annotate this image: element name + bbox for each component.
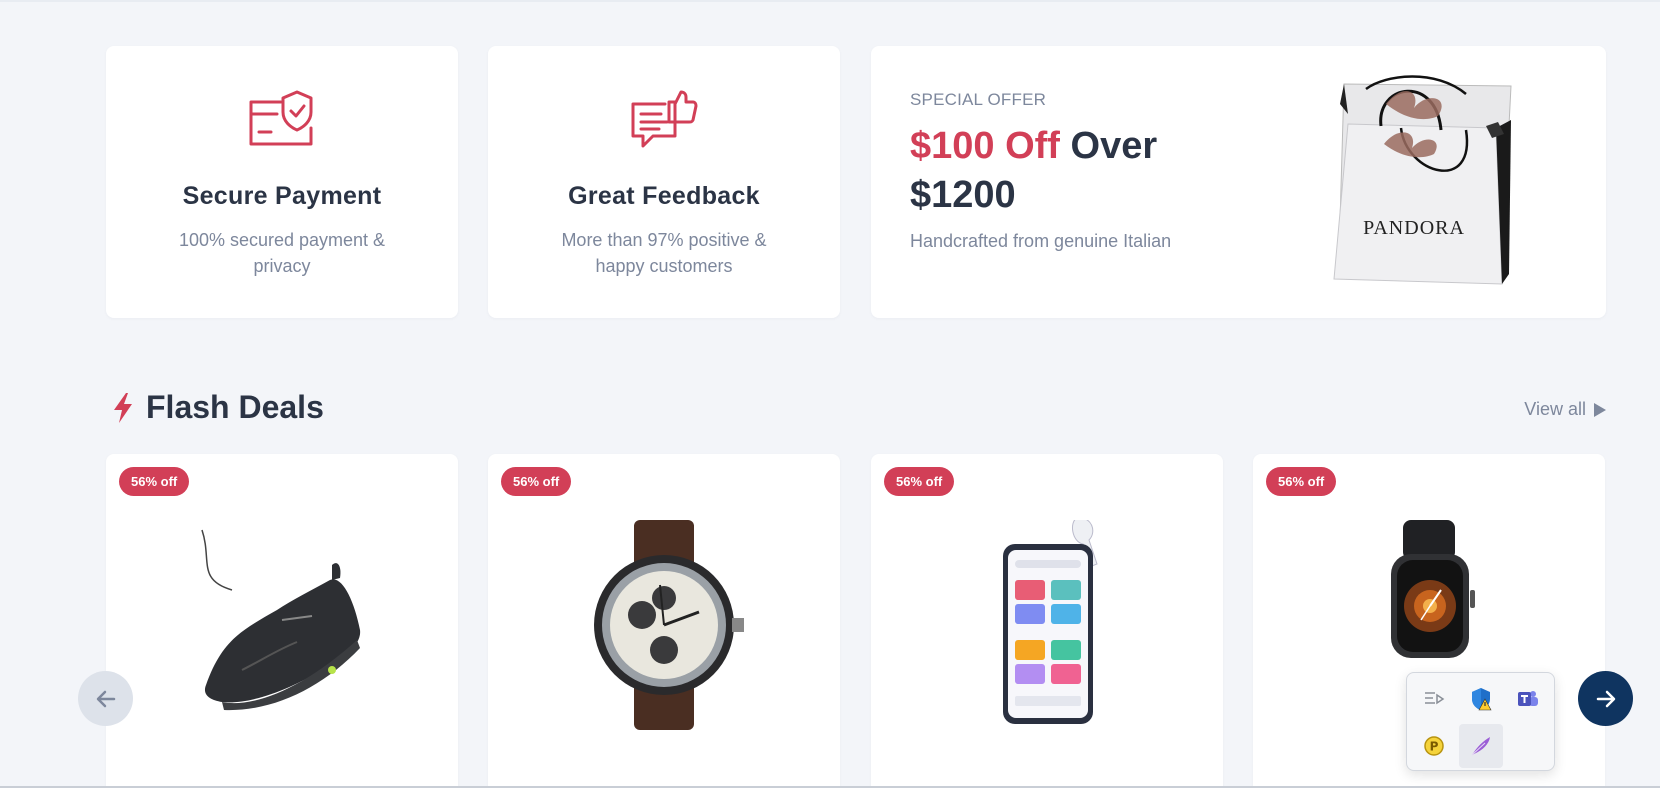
product-card[interactable]: 56% off [106,454,458,788]
carousel-next-button[interactable] [1578,671,1633,726]
offer-headline: $100 Off Over $1200 [910,122,1210,220]
bag-brand-text: PANDORA [1363,217,1465,239]
discount-badge: 56% off [119,467,190,496]
shopping-bag-image: PANDORA [1333,75,1512,285]
arrow-right-icon [1596,690,1615,707]
svg-text:P: P [1430,740,1439,754]
feature-card-secure-payment: Secure Payment 100% secured payment & pr… [106,46,458,318]
secure-payment-icon [249,90,313,146]
p-coin-icon[interactable]: P [1412,724,1456,768]
arrow-left-icon [96,690,115,707]
arrow-right-icon [1594,402,1606,417]
lightning-icon [114,393,132,423]
watch-image [594,520,744,730]
feature-title: Great Feedback [568,182,760,210]
discount-badge: 56% off [501,467,572,496]
top-divider [0,0,1660,2]
flash-deals-header: Flash Deals View all [106,385,1606,431]
system-tray-queue-icon[interactable] [1412,677,1456,721]
feature-description: More than 97% positive & happy customers [561,230,767,276]
discount-badge: 56% off [884,467,955,496]
teams-icon[interactable] [1506,677,1550,721]
offer-subtitle: Handcrafted from genuine Italian [910,231,1172,251]
view-all-link[interactable]: View all [1524,399,1606,420]
view-all-label: View all [1524,399,1586,419]
phone-image [1003,520,1098,724]
section-title: Flash Deals [146,389,324,425]
sneaker-image [201,529,361,711]
carousel-prev-button[interactable] [78,671,133,726]
defender-warning-icon[interactable] [1459,677,1503,721]
feature-title: Secure Payment [182,182,382,210]
offer-headline-accent: $100 Off [910,125,1060,167]
discount-badge: 56% off [1266,467,1337,496]
offer-kicker: SPECIAL OFFER [910,90,1047,109]
feature-card-great-feedback: Great Feedback More than 97% positive & … [488,46,840,318]
feedback-icon [631,90,698,148]
product-card[interactable]: 56% off [871,454,1223,788]
pen-feather-icon[interactable] [1459,724,1503,768]
product-card[interactable]: 56% off [488,454,840,788]
feature-description: 100% secured payment & privacy [178,230,386,276]
special-offer-banner[interactable]: SPECIAL OFFER $100 Off Over $1200 Handcr… [871,46,1606,318]
system-tray-overflow: P [1406,672,1555,771]
